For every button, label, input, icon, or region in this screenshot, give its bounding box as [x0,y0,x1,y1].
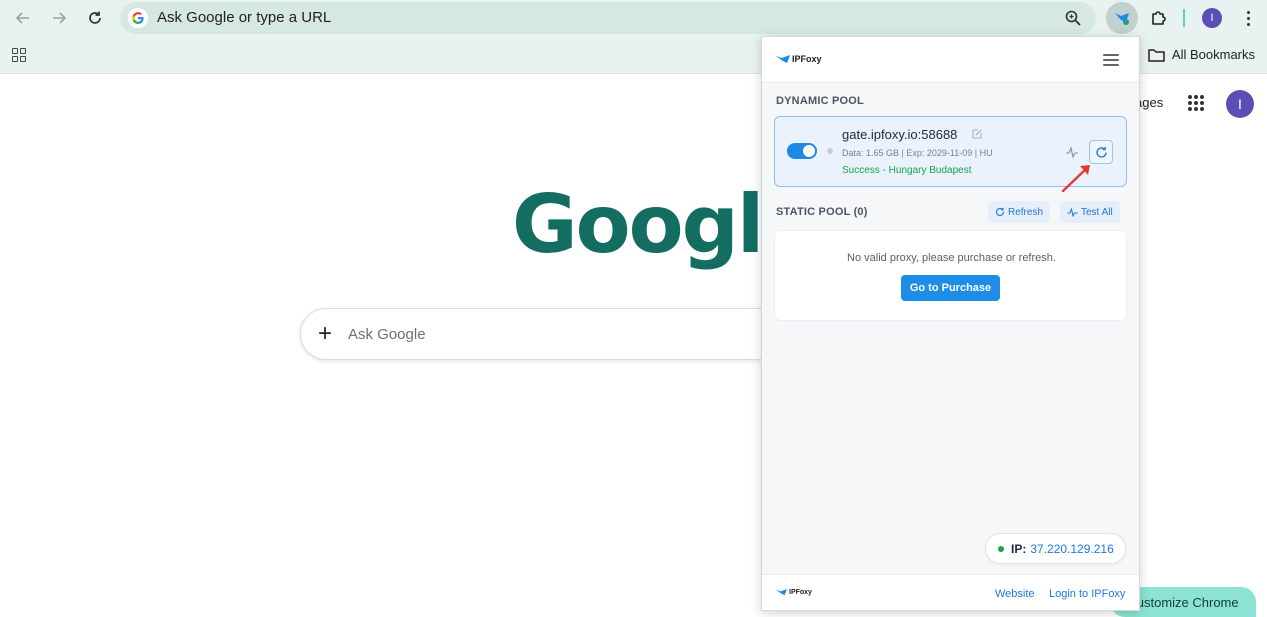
search-placeholder: Ask Google [348,326,426,343]
menu-dot [1246,22,1250,26]
omnibox[interactable]: Ask Google or type a URL [120,2,1096,34]
proxy-status: Success - Hungary Budapest [842,165,972,176]
forward-button[interactable] [48,7,70,29]
ipfoxy-bird-icon [776,54,790,63]
test-all-button[interactable]: Test All [1060,201,1120,223]
puzzle-icon [1152,11,1166,25]
test-all-label: Test All [1081,206,1113,218]
empty-message: No valid proxy, please purchase or refre… [847,252,1056,264]
browser-toolbar: Ask Google or type a URL I [0,0,1267,36]
ip-value: 37.220.129.216 [1030,541,1114,556]
static-refresh-label: Refresh [1008,206,1044,218]
static-refresh-button[interactable]: Refresh [988,201,1051,223]
proxy-host: gate.ipfoxy.io:58688 [842,127,958,142]
menu-dot [1246,10,1250,14]
pulse-icon [1067,207,1078,217]
reload-icon [89,11,101,24]
zoom-icon[interactable] [1064,9,1082,27]
reload-button[interactable] [84,7,106,29]
footer-logo: IPFoxy [776,589,812,596]
edit-icon[interactable] [971,128,983,140]
dynamic-pool-title: DYNAMIC POOL [776,95,864,107]
ipfoxy-bird-icon [776,589,787,596]
static-pool-title: STATIC POOL (0) [776,206,868,218]
omnibox-text: Ask Google or type a URL [157,9,332,26]
hamburger-menu-icon[interactable] [1103,54,1119,66]
go-to-purchase-button[interactable]: Go to Purchase [901,275,1000,301]
arrow-left-icon [15,12,29,24]
proxy-meta: Data: 1.65 GB | Exp: 2029-11-09 | HU [842,148,993,158]
refresh-icon [996,207,1005,216]
login-link[interactable]: Login to IPFoxy [1049,588,1125,600]
ipfoxy-extension-button[interactable] [1106,2,1138,34]
google-g-icon [128,8,148,28]
popup-header: IPFoxy [762,37,1139,83]
ip-label: IP: [1011,541,1027,556]
ip-badge: IP: 37.220.129.216 [985,533,1126,564]
ipfoxy-popup: IPFoxy DYNAMIC POOL gate.ipfoxy.io:58688… [761,36,1140,611]
website-link[interactable]: Website [995,588,1035,600]
all-bookmarks-button[interactable]: All Bookmarks [1148,47,1255,62]
static-pool-card: No valid proxy, please purchase or refre… [774,230,1127,321]
plus-icon[interactable]: + [318,322,332,346]
annotation-arrow-icon [1061,165,1090,193]
all-bookmarks-label: All Bookmarks [1171,47,1255,62]
arrow-right-icon [53,12,67,24]
ip-status-dot [998,545,1004,552]
folder-icon [1148,48,1165,62]
chrome-menu-button[interactable] [1238,7,1258,29]
brand-name: IPFoxy [792,54,822,64]
menu-dot [1246,16,1250,20]
popup-footer: IPFoxy Website Login to IPFoxy [762,574,1139,610]
pulse-test-icon[interactable] [1065,145,1079,159]
proxy-toggle[interactable] [787,143,817,159]
footer-brand-name: IPFoxy [789,589,812,596]
account-avatar[interactable]: I [1226,90,1254,118]
ipfoxy-logo: IPFoxy [776,54,822,64]
toolbar-separator [1183,9,1185,27]
ipfoxy-icon [1115,13,1129,25]
profile-button[interactable]: I [1202,8,1222,28]
refresh-icon [1095,146,1107,158]
back-button[interactable] [12,7,34,29]
status-dot [827,148,833,154]
extensions-button[interactable] [1144,4,1174,32]
google-apps-icon[interactable] [1188,95,1204,111]
apps-grid-icon[interactable] [12,48,26,62]
